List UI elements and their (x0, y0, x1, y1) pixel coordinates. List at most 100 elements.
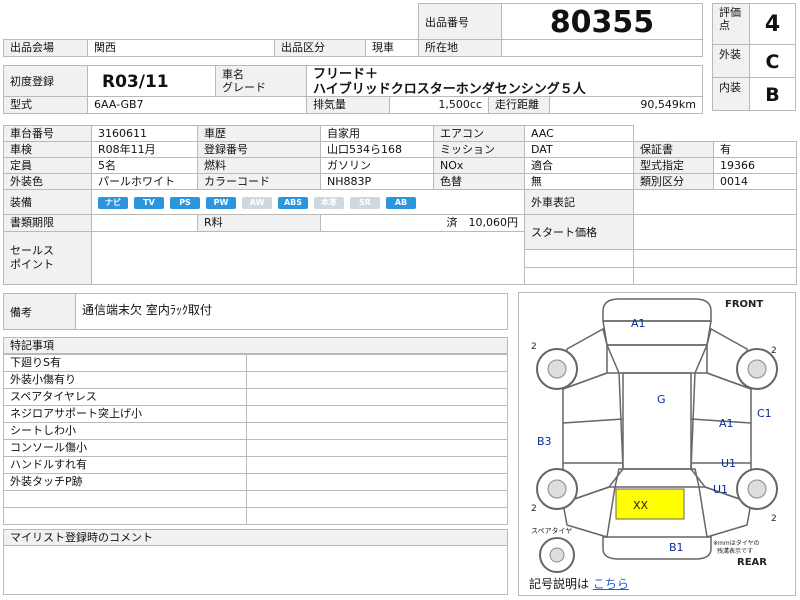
legend-row: 記号説明は こちら (529, 575, 629, 592)
special-note-item: ネジロアサポート突上げ小 (3, 405, 247, 423)
displacement-label: 排気量 (306, 96, 390, 114)
blank-cell-c (524, 267, 634, 285)
nox-value: 適合 (524, 157, 634, 174)
ac-value: AAC (524, 125, 634, 142)
type-cert-label: 型式指定 (633, 157, 714, 174)
plate-label: 登録番号 (197, 141, 321, 158)
import-value (633, 189, 797, 215)
tire-rr-depth: 2 (771, 514, 777, 524)
special-note-blank (246, 422, 508, 440)
mylist-comment-box (3, 545, 508, 595)
fuel-label: 燃料 (197, 157, 321, 174)
mark-b3: B3 (537, 435, 552, 448)
rear-bumper-shape (602, 536, 712, 560)
mark-a1-right: A1 (719, 417, 734, 430)
equipment-tag: AB (386, 197, 416, 209)
special-note-item: シートしわ小 (3, 422, 247, 440)
type-cert-value: 19366 (713, 157, 797, 174)
inspection-value: R08年11月 (91, 141, 198, 158)
mark-g: G (657, 393, 666, 406)
special-note-blank (246, 439, 508, 457)
warranty-label: 保証書 (633, 141, 714, 158)
equipment-tag: ナビ (98, 197, 128, 209)
legend-link[interactable]: こちら (593, 577, 629, 591)
special-note-blank (246, 405, 508, 423)
special-note-item (3, 507, 247, 525)
special-note-item: 外装タッチP跡 (3, 473, 247, 491)
special-note-blank (246, 371, 508, 389)
ac-label: エアコン (433, 125, 525, 142)
rear-window-shape (614, 468, 700, 488)
tire-fr-depth: 2 (771, 346, 777, 356)
color-value: パールホワイト (91, 173, 198, 190)
mission-label: ミッション (433, 141, 525, 158)
model-value: 6AA-GB7 (87, 96, 307, 114)
category-value: 現車 (365, 39, 419, 57)
mark-u1-rear: U1 (713, 483, 728, 496)
tread-note-line1: ※mmはタイヤの (713, 539, 760, 547)
venue-value: 関西 (87, 39, 275, 57)
special-note-blank (246, 473, 508, 491)
special-note-item (3, 490, 247, 508)
equipment-tag: AW (242, 197, 272, 209)
chassis-value: 3160611 (91, 125, 198, 142)
mark-c1: C1 (757, 407, 772, 420)
venue-label: 出品会場 (3, 39, 88, 57)
fuel-value: ガソリン (320, 157, 434, 174)
mark-u1-right: U1 (721, 457, 736, 470)
overall-score-label: 評価点 (712, 3, 750, 45)
model-label: 型式 (3, 96, 88, 114)
car-name: フリード＋ ハイブリッドクロスターホンダセンシング５人 (306, 65, 703, 97)
recolor-label: 色替 (433, 173, 525, 190)
special-note-blank (246, 490, 508, 508)
special-note-blank (246, 388, 508, 406)
blank-cell-a (524, 249, 634, 268)
legend-label: 記号説明は (529, 577, 590, 591)
inspection-label: 車検 (3, 141, 92, 158)
mileage-value: 90,549km (549, 96, 703, 114)
recycle-value: 済 10,060円 (320, 214, 525, 232)
tire-fl-depth: 2 (531, 342, 537, 352)
car-diagram-svg: FRONT REAR 2 2 2 2 スペアタイヤ A1 G A1 C1 U1 … (531, 298, 778, 573)
interior-score: B (749, 77, 796, 111)
special-note-blank (246, 507, 508, 525)
color-code-label: カラーコード (197, 173, 321, 190)
grade-label: グレード (222, 81, 266, 94)
front-label: FRONT (725, 299, 763, 310)
history-label: 車歴 (197, 125, 321, 142)
hub-rr (747, 479, 767, 499)
special-note-item: 下廻りS有 (3, 354, 247, 372)
trunk-highlight (615, 488, 685, 520)
damage-diagram: FRONT REAR 2 2 2 2 スペアタイヤ A1 G A1 C1 U1 … (518, 292, 796, 596)
interior-score-label: 内装 (712, 77, 750, 111)
sales-point-label-line1: セールス (10, 244, 54, 257)
mark-xx: XX (633, 499, 649, 512)
equipment-tag: PW (206, 197, 236, 209)
hub-fr (747, 359, 767, 379)
class-label: 類別区分 (633, 173, 714, 190)
start-price-label: スタート価格 (524, 214, 634, 250)
mission-value: DAT (524, 141, 634, 158)
mileage-label: 走行距離 (488, 96, 550, 114)
lot-no-label: 出品番号 (418, 3, 502, 40)
exterior-score: C (749, 44, 796, 78)
mark-a1-front: A1 (631, 317, 646, 330)
tire-rl-depth: 2 (531, 504, 537, 514)
docs-value (91, 214, 198, 232)
special-note-item: ハンドルすれ有 (3, 456, 247, 474)
sales-point-value (91, 231, 525, 285)
location-value (501, 39, 703, 57)
special-note-item: コンソール傷小 (3, 439, 247, 457)
nox-label: NOx (433, 157, 525, 174)
equipment-tag: ABS (278, 197, 308, 209)
car-name-line2: ハイブリッドクロスターホンダセンシング５人 (313, 82, 586, 97)
recolor-value: 無 (524, 173, 634, 190)
equipment-label: 装備 (3, 189, 92, 215)
chassis-label: 車台番号 (3, 125, 92, 142)
color-code-value: NH883P (320, 173, 434, 190)
lot-number: 80355 (501, 3, 703, 40)
mark-b1: B1 (669, 541, 684, 554)
equipment-tag: TV (134, 197, 164, 209)
blank-cell-b (633, 249, 797, 268)
special-note-blank (246, 354, 508, 372)
